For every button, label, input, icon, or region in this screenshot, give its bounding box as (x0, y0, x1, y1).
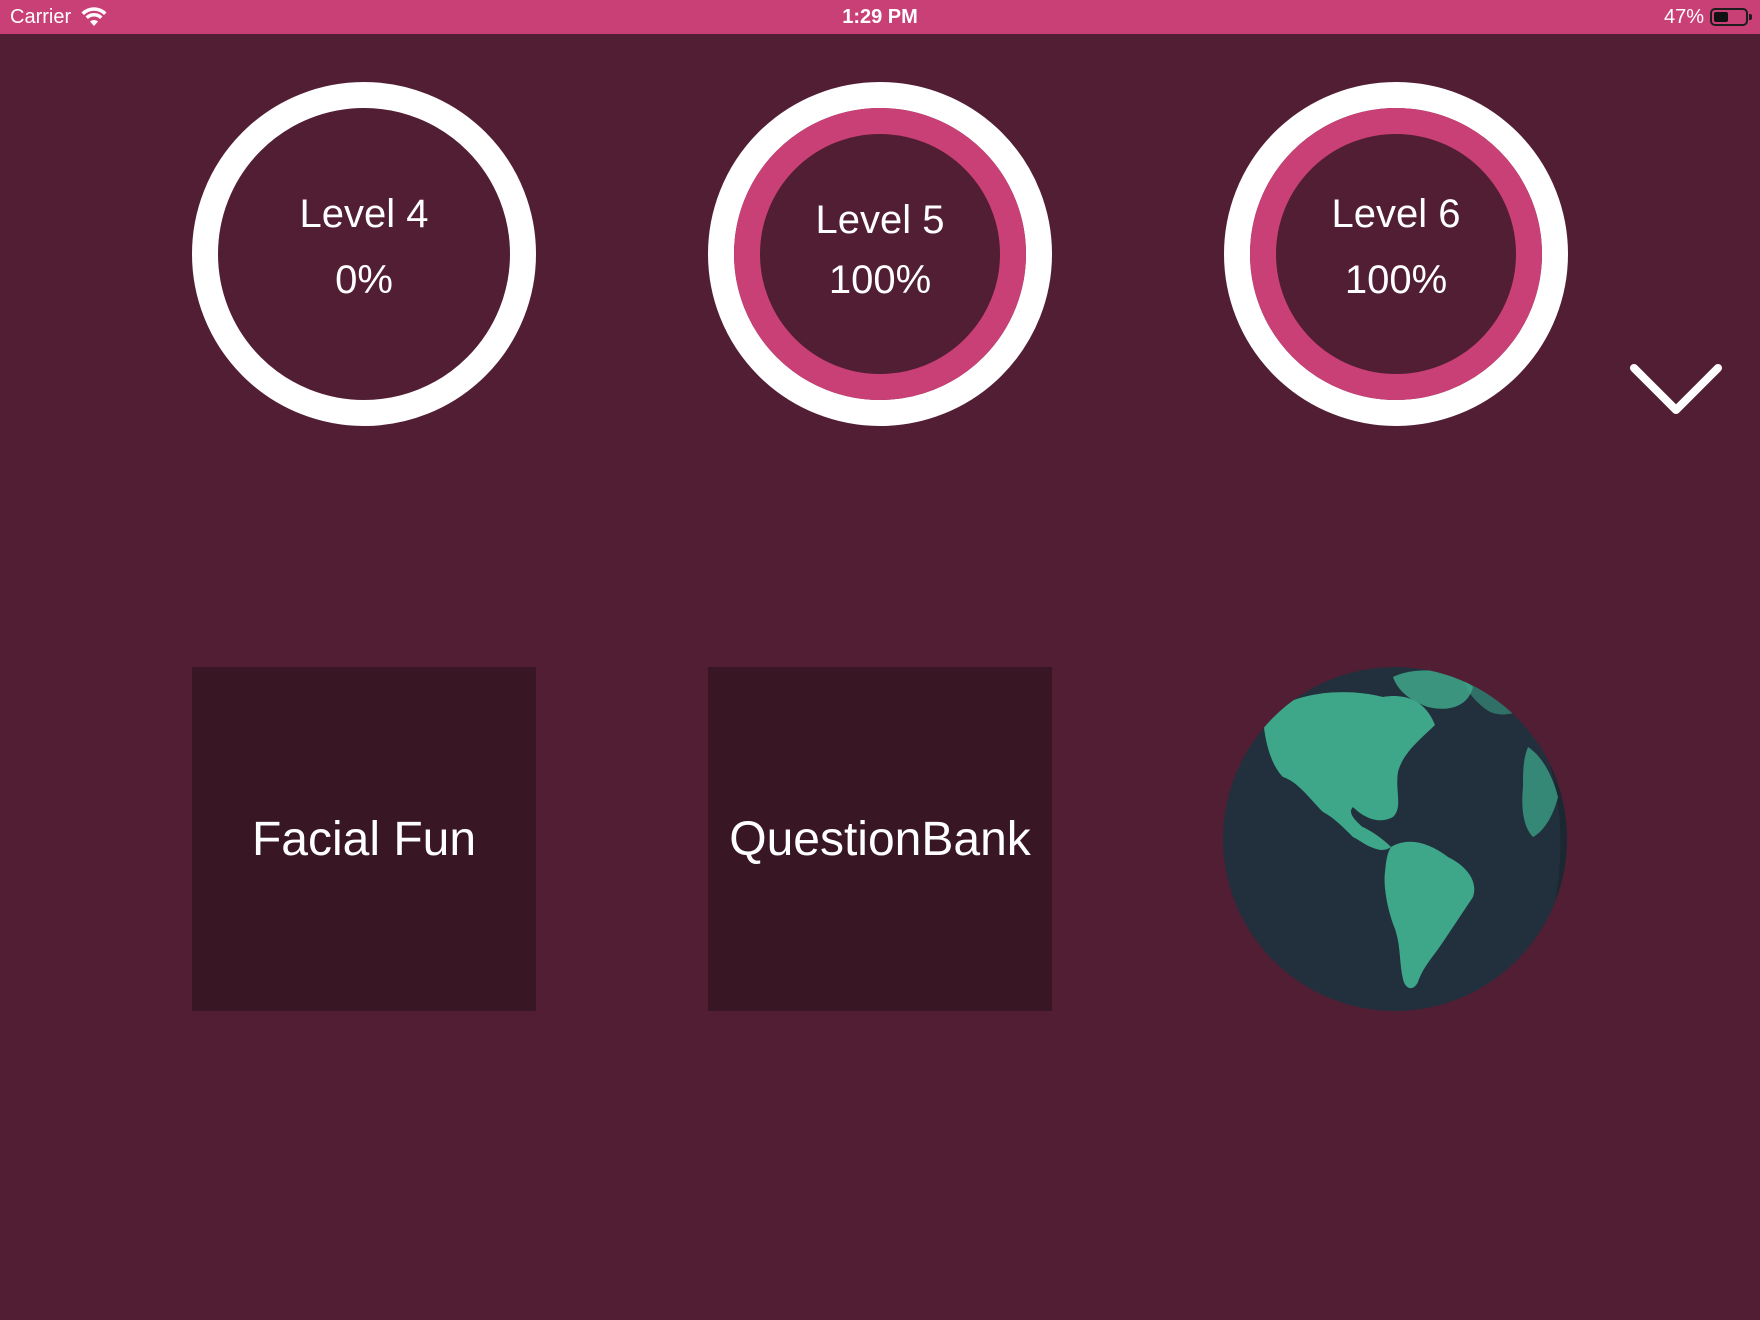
question-bank-button[interactable]: QuestionBank (708, 667, 1052, 1011)
battery-icon (1710, 8, 1752, 26)
level-title: Level 6 (1331, 192, 1461, 236)
level-5-ring[interactable]: Level 5 100% (708, 82, 1052, 426)
facial-fun-label: Facial Fun (251, 812, 477, 866)
question-bank-label: QuestionBank (729, 812, 1031, 866)
level-percent: 0% (335, 258, 393, 302)
level-percent: 100% (1344, 258, 1448, 302)
chevron-down-icon[interactable] (1626, 360, 1726, 420)
facial-fun-button[interactable]: Facial Fun (192, 667, 536, 1011)
level-6-ring[interactable]: Level 6 100% (1224, 82, 1568, 426)
status-time: 1:29 PM (842, 5, 918, 28)
battery-percent: 47% (1663, 5, 1704, 28)
status-right: 47% (1663, 0, 1752, 34)
status-bar: Carrier 1:29 PM 47% (0, 0, 1760, 34)
level-percent: 100% (828, 258, 932, 302)
level-4-ring[interactable]: Level 4 0% (192, 82, 536, 426)
level-title: Level 5 (815, 198, 945, 242)
level-title: Level 4 (299, 192, 429, 236)
globe-icon[interactable] (1223, 667, 1567, 1011)
